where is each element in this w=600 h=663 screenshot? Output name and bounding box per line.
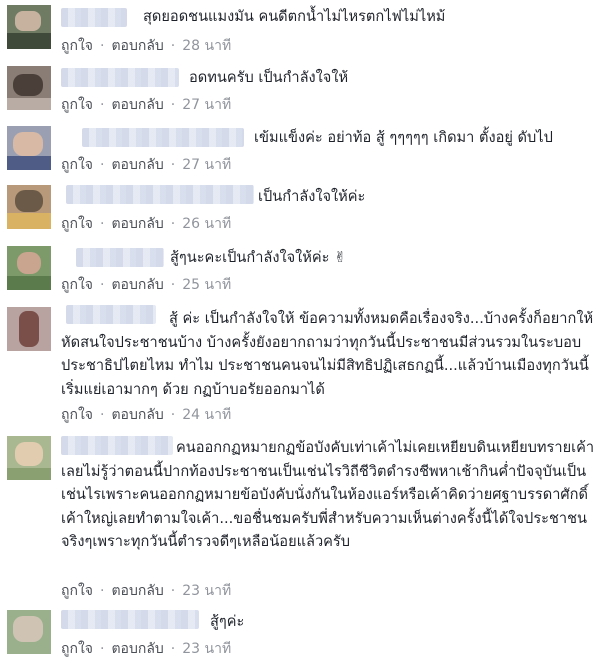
avatar[interactable]: [7, 5, 51, 49]
timestamp[interactable]: 23 นาที: [182, 580, 231, 602]
like-link[interactable]: ถูกใจ: [61, 638, 93, 660]
comment-actions: ถูกใจ · ตอบกลับ · 26 นาที: [61, 213, 231, 235]
comment-text: สุดยอดชนแมงมัน คนดีตกน้ำไม่ไหรตกไฟไม่ไหม…: [143, 8, 446, 25]
separator: ·: [100, 407, 105, 423]
comment-actions: ถูกใจ · ตอบกลับ · 27 นาที: [61, 154, 231, 176]
like-link[interactable]: ถูกใจ: [61, 94, 93, 116]
avatar[interactable]: [7, 246, 51, 290]
separator: ·: [100, 97, 105, 113]
reply-link[interactable]: ตอบกลับ: [111, 213, 163, 235]
like-link[interactable]: ถูกใจ: [61, 274, 93, 296]
reply-link[interactable]: ตอบกลับ: [111, 580, 163, 602]
comment-actions: ถูกใจ · ตอบกลับ · 25 นาที: [61, 274, 231, 296]
author-name[interactable]: [76, 248, 164, 267]
comment-actions: ถูกใจ · ตอบกลับ · 23 นาที: [61, 580, 231, 602]
comment-text: อดทนครับ เป็นกำลังใจให้: [189, 69, 349, 86]
comment-text: เข้มแข็งค่ะ อย่าท้อ สู้ ๆๆๆๆๆ เกิดมา ตั้…: [254, 129, 553, 146]
reply-link[interactable]: ตอบกลับ: [111, 35, 163, 57]
reply-link[interactable]: ตอบกลับ: [111, 274, 163, 296]
comment-text: สู้ๆนะคะเป็นกำลังใจให้ค่ะ ✌: [170, 249, 347, 266]
separator: ·: [170, 97, 176, 113]
comment-actions: ถูกใจ · ตอบกลับ · 23 นาที: [61, 638, 231, 660]
reply-link[interactable]: ตอบกลับ: [111, 154, 163, 176]
like-link[interactable]: ถูกใจ: [61, 154, 93, 176]
author-name[interactable]: [82, 128, 244, 147]
timestamp[interactable]: 28 นาที: [182, 35, 231, 57]
separator: ·: [100, 157, 105, 173]
timestamp[interactable]: 27 นาที: [182, 94, 231, 116]
avatar[interactable]: [7, 307, 51, 351]
separator: ·: [100, 583, 105, 599]
separator: ·: [170, 216, 176, 232]
comment-text: คนออกกฏหมายกฏข้อบังคับเท่าเค้าไม่เคยเหยี…: [61, 439, 595, 550]
comment-text: เป็นกำลังใจให้ค่ะ: [258, 188, 366, 205]
like-link[interactable]: ถูกใจ: [61, 213, 93, 235]
comment-actions: ถูกใจ · ตอบกลับ · 28 นาที: [61, 35, 231, 57]
separator: ·: [100, 216, 105, 232]
like-link[interactable]: ถูกใจ: [61, 404, 93, 426]
avatar[interactable]: [7, 185, 51, 229]
timestamp[interactable]: 26 นาที: [182, 213, 231, 235]
timestamp[interactable]: 24 นาที: [182, 404, 231, 426]
author-name[interactable]: [61, 610, 199, 629]
separator: ·: [100, 641, 105, 657]
avatar[interactable]: [7, 126, 51, 170]
comment-actions: ถูกใจ · ตอบกลับ · 24 นาที: [61, 404, 231, 426]
separator: ·: [100, 38, 105, 54]
author-name[interactable]: [61, 68, 179, 87]
separator: ·: [170, 583, 176, 599]
timestamp[interactable]: 27 นาที: [182, 154, 231, 176]
comment-text: สู้ๆค่ะ: [210, 613, 245, 630]
separator: ·: [100, 277, 105, 293]
like-link[interactable]: ถูกใจ: [61, 35, 93, 57]
author-name[interactable]: [66, 185, 254, 204]
avatar[interactable]: [7, 610, 51, 654]
avatar[interactable]: [7, 436, 51, 480]
separator: ·: [170, 277, 176, 293]
separator: ·: [170, 38, 176, 54]
separator: ·: [170, 157, 176, 173]
reply-link[interactable]: ตอบกลับ: [111, 404, 163, 426]
separator: ·: [170, 641, 176, 657]
reply-link[interactable]: ตอบกลับ: [111, 638, 163, 660]
timestamp[interactable]: 25 นาที: [182, 274, 231, 296]
separator: ·: [170, 407, 176, 423]
reply-link[interactable]: ตอบกลับ: [111, 94, 163, 116]
like-link[interactable]: ถูกใจ: [61, 580, 93, 602]
comment-actions: ถูกใจ · ตอบกลับ · 27 นาที: [61, 94, 231, 116]
comment-text: สู้ ค่ะ เป็นกำลังใจให้ ข้อความทั้งหมดคือ…: [61, 310, 594, 398]
author-name[interactable]: [61, 8, 127, 27]
timestamp[interactable]: 23 นาที: [182, 638, 231, 660]
avatar[interactable]: [7, 66, 51, 110]
